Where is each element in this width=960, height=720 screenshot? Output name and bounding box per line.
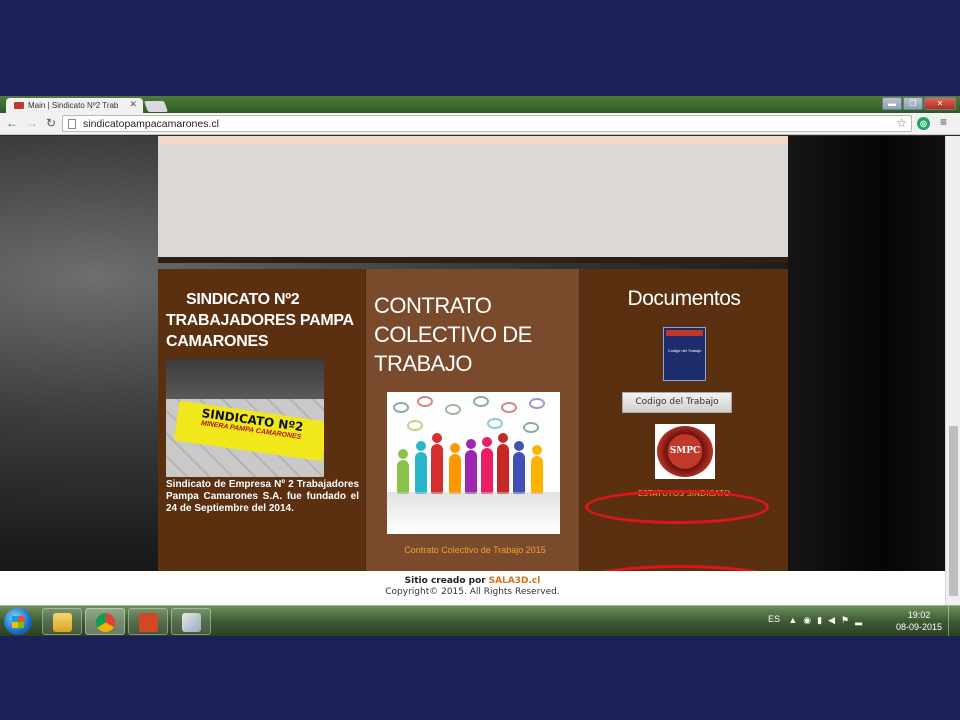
desktop-screenshot: Main | Sindicato Nº2 Trab ✕ ▬ ❐ ✕ ← → ↻ … — [0, 96, 960, 636]
sindicato-title: SINDICATO Nº2 TRABAJADORES PAMPA CAMARON… — [166, 291, 354, 350]
codigo-trabajo-book-image[interactable]: Codigo del Trabajo — [663, 327, 706, 381]
documentos-title: Documentos — [627, 287, 741, 310]
paint-icon — [182, 613, 201, 632]
header-strip — [158, 136, 788, 144]
taskbar-powerpoint[interactable] — [128, 608, 168, 635]
chrome-menu-icon[interactable]: ≡ — [940, 115, 947, 129]
tab-title: Main | Sindicato Nº2 Trab — [28, 101, 119, 110]
estatutos-sindicato-link[interactable]: ESTATUTOS SINDICATO — [580, 489, 788, 498]
smpc-logo[interactable]: SMPC — [655, 424, 715, 479]
window-controls: ▬ ❐ ✕ — [881, 97, 956, 110]
taskbar-explorer[interactable] — [42, 608, 82, 635]
page-icon — [68, 119, 76, 129]
contrato-colectivo-link[interactable]: Contrato Colectivo de Trabajo 2015 — [390, 545, 560, 555]
minimize-button[interactable]: ▬ — [882, 97, 902, 110]
clock-date: 08-09-2015 — [895, 622, 942, 632]
taskbar-chrome[interactable] — [85, 608, 125, 635]
content-area — [158, 144, 788, 263]
forward-arrow-icon[interactable]: → — [25, 116, 39, 130]
taskbar-paint[interactable] — [171, 608, 211, 635]
sindicato-description: Sindicato de Empresa Nº 2 Trabajadores P… — [166, 479, 359, 514]
photo-crowd — [166, 359, 324, 401]
people-speech-bubbles-image[interactable] — [387, 392, 560, 534]
start-button[interactable] — [4, 608, 32, 635]
chrome-icon — [96, 613, 115, 632]
language-indicator[interactable]: ES — [768, 614, 780, 624]
new-tab-button[interactable] — [143, 101, 169, 112]
browser-toolbar: ← → ↻ sindicatopampacamarones.cl ☆ ◎ ≡ — [0, 113, 960, 135]
extension-icon[interactable]: ◎ — [917, 117, 930, 130]
bookmark-star-icon[interactable]: ☆ — [896, 116, 907, 130]
windows-taskbar: ES ▲◉▮◀⚑▂ 19:02 08-09-2015 — [0, 605, 960, 636]
site-content: SINDICATO Nº2 TRABAJADORES PAMPA CAMARON… — [158, 136, 788, 571]
powerpoint-icon — [139, 613, 158, 632]
folder-icon — [53, 613, 72, 632]
scroll-thumb[interactable] — [949, 426, 958, 596]
site-footer: Sitio creado por SALA3D.cl Copyright© 20… — [0, 571, 945, 605]
favicon-icon — [14, 102, 24, 109]
sindicato-panel: SINDICATO Nº2 TRABAJADORES PAMPA CAMARON… — [158, 269, 365, 571]
documentos-panel: Documentos Codigo del Trabajo Codigo del… — [580, 269, 788, 571]
contrato-panel: CONTRATO COLECTIVO DE TRABAJO Contrato C… — [365, 269, 580, 571]
sindicato-photo: SINDICATO Nº2 MINERA PAMPA CAMARONES — [166, 359, 324, 477]
url-text[interactable]: sindicatopampacamarones.cl — [83, 118, 219, 130]
browser-tab[interactable]: Main | Sindicato Nº2 Trab ✕ — [6, 98, 143, 113]
reload-icon[interactable]: ↻ — [44, 116, 58, 130]
sala3d-link[interactable]: SALA3D.cl — [489, 576, 541, 586]
back-arrow-icon[interactable]: ← — [5, 116, 19, 130]
tab-strip: Main | Sindicato Nº2 Trab ✕ ▬ ❐ ✕ — [0, 96, 960, 113]
contrato-title: CONTRATO COLECTIVO DE TRABAJO — [374, 293, 532, 376]
close-window-button[interactable]: ✕ — [924, 97, 956, 110]
page-viewport: SINDICATO Nº2 TRABAJADORES PAMPA CAMARON… — [0, 136, 945, 605]
copyright-text: Copyright© 2015. All Rights Reserved. — [385, 587, 560, 597]
clock-time: 19:02 — [907, 610, 931, 620]
maximize-button[interactable]: ❐ — [903, 97, 923, 110]
background-decoration — [788, 136, 945, 605]
tab-close-icon[interactable]: ✕ — [129, 99, 137, 110]
scrollbar[interactable] — [945, 136, 960, 605]
codigo-trabajo-button[interactable]: Codigo del Trabajo — [622, 392, 732, 413]
tray-icons[interactable]: ▲◉▮◀⚑▂ — [788, 615, 868, 626]
address-bar[interactable]: sindicatopampacamarones.cl ☆ — [62, 115, 912, 132]
clock[interactable]: 19:02 08-09-2015 — [896, 609, 942, 633]
show-desktop-button[interactable] — [948, 606, 960, 636]
